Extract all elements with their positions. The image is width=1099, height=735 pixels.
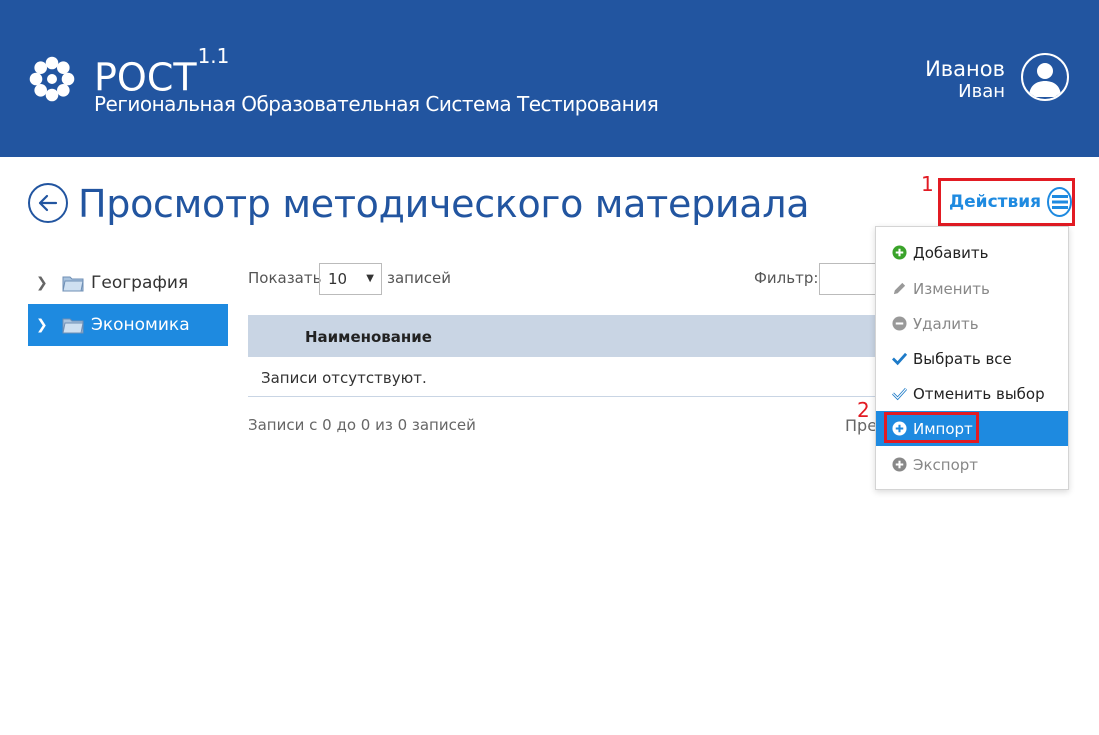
- filter-label: Фильтр:: [754, 269, 819, 287]
- chevron-right-icon[interactable]: ❯: [36, 317, 50, 333]
- app-subtitle: Региональная Образовательная Система Тес…: [94, 92, 659, 116]
- folder-icon: [62, 276, 84, 292]
- arrow-left-icon: [38, 194, 58, 212]
- records-label: записей: [387, 269, 451, 287]
- menu-item-edit[interactable]: Изменить: [876, 271, 1068, 306]
- menu-item-label: Добавить: [913, 243, 989, 262]
- step-marker-2: 2: [857, 398, 870, 422]
- flower-logo-icon: [29, 56, 75, 102]
- menu-item-delete[interactable]: Удалить: [876, 306, 1068, 341]
- step-marker-1: 1: [921, 172, 934, 196]
- actions-button[interactable]: Действия: [938, 178, 1075, 226]
- menu-item-select-all[interactable]: Выбрать все: [876, 341, 1068, 376]
- app-version: 1.1: [197, 44, 230, 68]
- app-title: РОСТ1.1: [94, 44, 229, 98]
- plus-circle-icon: [891, 457, 907, 473]
- page-size-value: 10: [328, 270, 348, 288]
- minus-circle-icon: [891, 316, 907, 332]
- caret-down-icon: ▼: [366, 273, 374, 284]
- actions-label: Действия: [949, 192, 1042, 212]
- plus-circle-icon: [891, 245, 907, 261]
- chevron-right-icon[interactable]: ❯: [36, 275, 50, 291]
- check-outline-icon: [891, 386, 907, 402]
- tree-item-label: Экономика: [91, 315, 190, 335]
- app-header: РОСТ1.1 Региональная Образовательная Сис…: [0, 0, 1099, 157]
- column-header-name[interactable]: Наименование: [305, 328, 432, 346]
- user-info[interactable]: Иванов Иван: [925, 57, 1005, 103]
- page-title: Просмотр методического материала: [78, 182, 810, 226]
- menu-item-label: Изменить: [913, 279, 990, 298]
- show-label: Показать: [248, 269, 322, 287]
- page-size-select[interactable]: 10 ▼: [319, 263, 382, 295]
- menu-item-export[interactable]: Экспорт: [876, 447, 1068, 482]
- menu-item-label: Отменить выбор: [913, 384, 1045, 403]
- menu-item-import[interactable]: Импорт: [876, 411, 1068, 446]
- menu-item-label: Импорт: [913, 419, 973, 438]
- menu-item-label: Экспорт: [913, 455, 979, 474]
- tree-item-economics[interactable]: ❯ Экономика: [28, 304, 228, 346]
- back-button[interactable]: [28, 183, 68, 223]
- menu-item-label: Удалить: [913, 314, 979, 333]
- category-tree: ❯ География ❯ Экономика: [28, 262, 228, 346]
- hamburger-menu-icon: [1047, 187, 1072, 217]
- tree-item-label: География: [91, 273, 189, 293]
- empty-message: Записи отсутствуют.: [261, 369, 427, 387]
- plus-circle-icon: [891, 421, 907, 437]
- check-icon: [891, 351, 907, 367]
- menu-item-add[interactable]: Добавить: [876, 235, 1068, 270]
- user-avatar-icon[interactable]: [1021, 53, 1069, 101]
- paging-info: Записи с 0 до 0 из 0 записей: [248, 416, 476, 434]
- menu-item-deselect[interactable]: Отменить выбор: [876, 376, 1068, 411]
- user-first-name: Иван: [958, 81, 1005, 102]
- actions-menu: Добавить Изменить Удалить Выбрать все От…: [875, 226, 1069, 490]
- folder-icon: [62, 318, 84, 334]
- pencil-icon: [891, 281, 907, 297]
- user-last-name: Иванов: [925, 57, 1005, 81]
- menu-item-label: Выбрать все: [913, 349, 1012, 368]
- tree-item-geography[interactable]: ❯ География: [28, 262, 228, 304]
